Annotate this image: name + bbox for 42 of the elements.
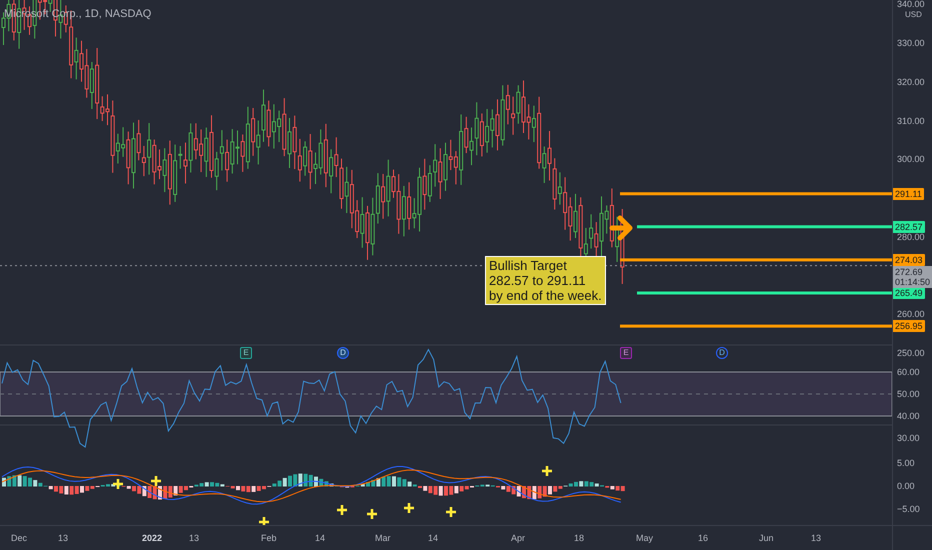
annotation-note: Bullish Target 282.57 to 291.11 by end of the week.	[485, 256, 606, 305]
price-axis-label: 300.00	[897, 154, 925, 166]
rsi-axis-label: 30.00	[897, 433, 920, 444]
price-level-label: 291.11	[893, 188, 924, 200]
dividend-marker[interactable]: D	[716, 347, 728, 359]
countdown-timer: 01:14:50	[895, 277, 930, 288]
rsi-axis-label: 40.00	[897, 411, 920, 422]
price-axis-label: 320.00	[897, 76, 925, 88]
price-axis-label: 310.00	[897, 116, 925, 126]
time-axis-label: 16	[698, 533, 708, 544]
rsi-axis-label: 50.00	[897, 389, 920, 400]
rsi-axis-label: 60.00	[897, 367, 920, 378]
time-axis-label: Dec	[11, 533, 28, 544]
time-axis-label: Mar	[375, 533, 390, 544]
time-axis-label: 13	[811, 533, 822, 544]
dividend-marker[interactable]: D	[337, 347, 349, 359]
arrow-icon	[610, 216, 632, 240]
macd-axis-label: 5.00	[897, 458, 915, 469]
macd-axis-label: −5.00	[897, 504, 920, 515]
macd-axis-label: 0.00	[897, 481, 915, 492]
price-axis-label: 280.00	[897, 232, 925, 243]
time-axis-label: 14	[315, 533, 326, 544]
price-level-label: 274.03	[893, 254, 925, 266]
time-axis-label: Apr	[511, 533, 526, 544]
time-axis-label: Jun	[759, 533, 774, 544]
price-axis-label: 260.00	[897, 309, 925, 320]
earnings-marker[interactable]: E	[620, 347, 632, 359]
price-axis-label: 250.00	[897, 348, 925, 359]
price-level-label: 256.95	[893, 320, 925, 332]
price-axis-label: 340.00	[897, 0, 925, 10]
currency-label: USD	[903, 10, 924, 20]
time-axis-label: Feb	[261, 533, 277, 544]
time-axis-label: May	[636, 533, 654, 544]
time-axis-label: 2022	[142, 533, 162, 544]
last-price-value: 272.69	[895, 267, 924, 278]
earnings-marker[interactable]: E	[240, 347, 252, 359]
time-axis-label: 13	[189, 533, 200, 544]
time-axis-label: 18	[574, 533, 584, 544]
time-axis-label: 13	[58, 533, 68, 544]
time-axis-label: 14	[428, 533, 438, 544]
price-level-label: 282.57	[893, 220, 925, 233]
price-axis-label: 330.00	[897, 38, 925, 49]
